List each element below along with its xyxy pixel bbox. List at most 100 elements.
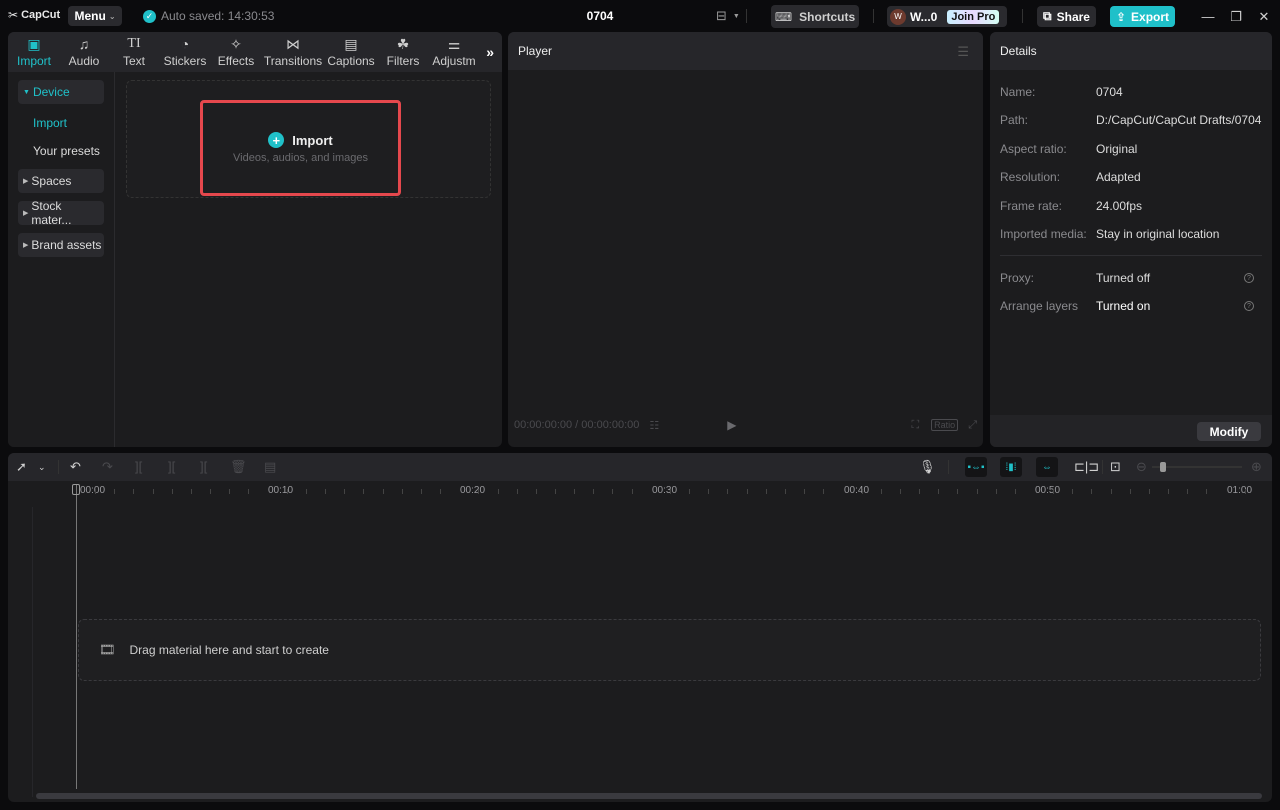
shortcuts-button[interactable]: ⌨ Shortcuts [771,5,859,28]
tab-label: Adjustm [432,54,476,68]
ruler-label: 00:00 [80,485,106,496]
capcut-logo-icon: ✂ [8,8,19,22]
detail-value: Original [1096,142,1138,156]
detail-row: Frame rate: 24.00fps [1000,199,1262,213]
user-account-button[interactable]: W W...0 Join Pro [887,6,1007,27]
main-track-magnet-icon[interactable]: ▪⇔▪ [965,457,987,477]
stickers-icon: ◔ [180,36,190,52]
divider [873,9,874,23]
more-tabs-icon[interactable]: » [486,44,494,60]
ruler-tick [784,489,786,494]
import-subtitle: Videos, audios, and images [233,152,368,164]
close-icon[interactable]: ✕ [1256,9,1272,25]
sidebar-item-spaces[interactable]: ▶ Spaces [18,169,104,193]
detail-label: Resolution: [1000,170,1061,184]
playhead[interactable] [76,484,77,789]
caret-right-icon: ▶ [23,178,29,185]
zoom-slider-handle[interactable] [1160,462,1166,472]
chevron-down-icon[interactable]: ⌄ [38,462,46,473]
keyboard-icon: ⌨ [774,9,793,24]
ruler-tick [133,489,135,494]
sidebar-item-device[interactable]: ▼ Device [18,80,104,104]
tab-text[interactable]: TI Text [110,32,158,72]
chevron-down-icon: ▼ [732,12,740,20]
track-header-divider [32,507,33,797]
menu-icon[interactable]: ☰ [957,44,969,60]
play-icon[interactable]: ▶ [727,418,736,432]
plus-icon: + [268,132,285,148]
tab-transitions[interactable]: ⋈ Transitions [260,32,326,72]
ruler-tick [976,489,978,494]
export-label: Export [1131,9,1170,24]
delete-icon[interactable]: 🗑 [230,459,247,475]
split-icon[interactable]: ][ [135,459,142,474]
ruler-tick [919,489,921,494]
ruler-tick [689,489,691,494]
playhead-handle[interactable] [72,484,80,495]
auto-snapping-icon[interactable]: ⁞▮⁞ [1000,457,1022,477]
ruler-tick [1072,489,1074,494]
ruler-tick [305,489,307,494]
linkage-icon[interactable]: ⇔ [1036,457,1058,477]
tab-import[interactable]: ▣ Import [10,32,58,72]
ratio-button[interactable]: Ratio [931,419,959,431]
layout-button[interactable]: ⊟ ▼ [716,8,747,24]
zoom-to-fit-icon[interactable]: ⊡ [1110,459,1121,475]
sidebar-item-import[interactable]: Import [33,116,67,130]
split-left-icon[interactable]: ][ [168,459,175,474]
restore-icon[interactable]: ❐ [1228,9,1244,25]
caret-right-icon: ▶ [23,210,29,217]
tab-label: Transitions [263,54,323,68]
tab-adjustment[interactable]: ⚌ Adjustm [430,32,478,72]
undo-icon[interactable]: ↶ [70,459,81,475]
zoom-fit-icon[interactable]: ⛶ [911,419,919,432]
ruler-tick [478,489,480,494]
horizontal-scrollbar[interactable] [36,793,1262,799]
detail-value: Stay in original location [1096,227,1220,241]
minimize-icon[interactable]: — [1200,9,1216,24]
menu-button[interactable]: Menu ⌄ [68,6,122,26]
tab-captions[interactable]: ▤ Captions [326,32,376,72]
clip-options-icon[interactable]: ▤ [264,459,276,475]
tab-stickers[interactable]: ◔ Stickers [158,32,212,72]
sidebar-item-presets[interactable]: Your presets [33,144,100,158]
timeline-ruler[interactable]: 00:00 00:10 00:20 00:30 00:40 00:50 01:0… [8,481,1272,503]
select-cursor-icon[interactable]: ➚ [16,459,27,475]
join-pro-button[interactable]: Join Pro [947,9,1000,24]
detail-value: Turned on [1096,299,1151,313]
preview-axis-icon[interactable]: ⊏|⊐ [1074,459,1099,475]
tab-label: Stickers [163,54,207,68]
transitions-icon: ⋈ [286,36,300,52]
detail-row: Name: 0704 [1000,85,1262,99]
share-button[interactable]: ⧉ Share [1037,6,1096,27]
redo-icon[interactable]: ↷ [102,459,113,475]
ruler-tick [440,489,442,494]
grid-icon[interactable]: ☷ [649,419,659,432]
ruler-tick [229,489,231,494]
import-button[interactable]: + Import Videos, audios, and images [200,100,401,196]
split-right-icon[interactable]: ][ [200,459,207,474]
export-button[interactable]: ⇪ Export [1110,6,1175,27]
ruler-tick [861,489,863,494]
export-icon: ⇪ [1115,9,1127,24]
timeline-drop-zone[interactable]: 🎞 Drag material here and start to create [78,619,1261,681]
tab-audio[interactable]: ♫ Audio [58,32,110,72]
zoom-out-icon[interactable]: ⊖ [1136,459,1147,475]
project-title[interactable]: 0704 [560,9,640,23]
tab-filters[interactable]: ☘ Filters [376,32,430,72]
ruler-tick [669,489,671,494]
ruler-tick [344,489,346,494]
zoom-in-icon[interactable]: ⊕ [1251,459,1262,475]
help-icon[interactable]: ? [1244,273,1254,283]
help-icon[interactable]: ? [1244,301,1254,311]
sidebar-item-label: Device [32,85,70,99]
microphone-icon[interactable]: 🎙 [919,459,936,475]
modify-button[interactable]: Modify [1197,422,1261,441]
detail-value: Turned off [1096,271,1151,285]
detail-value: Adapted [1096,170,1141,184]
sidebar-item-brand[interactable]: ▶ Brand assets [18,233,104,257]
detail-label: Arrange layers [1000,299,1079,313]
fullscreen-icon[interactable]: ⤢ [968,419,977,432]
sidebar-item-stock[interactable]: ▶ Stock mater... [18,199,104,227]
tab-effects[interactable]: ✧ Effects [212,32,260,72]
